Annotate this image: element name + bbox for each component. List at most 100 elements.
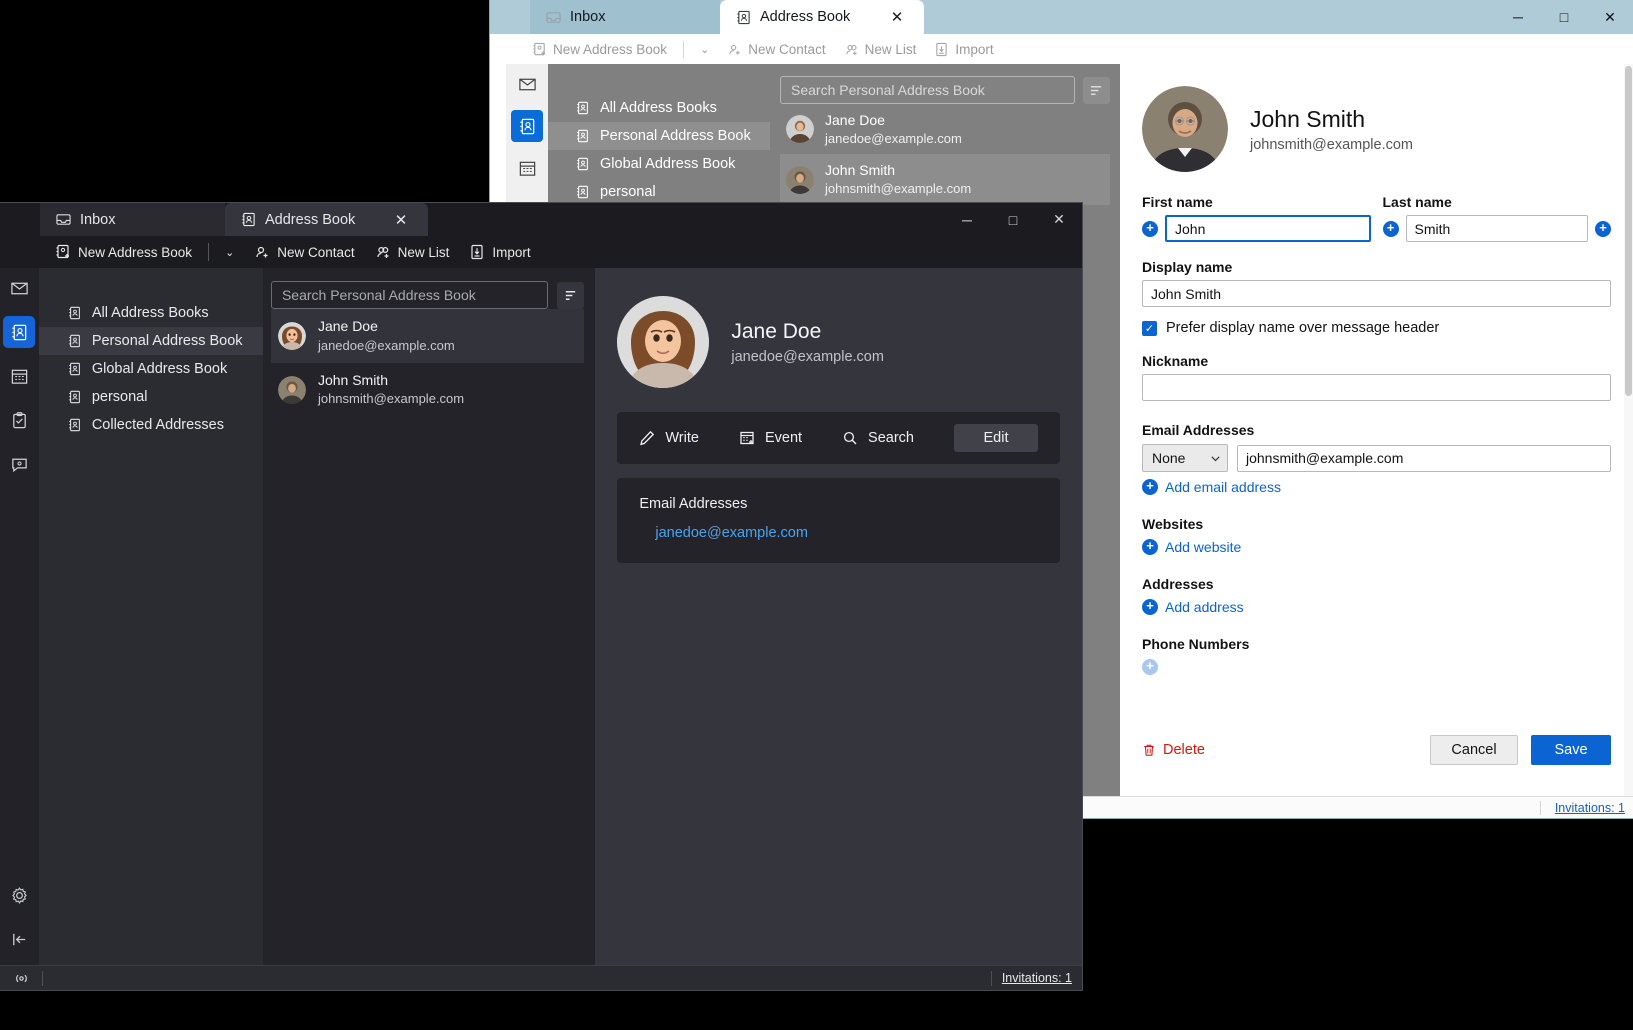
rail-calendar-icon[interactable] [511,152,543,184]
rail-collapse-icon[interactable] [3,923,35,955]
email-type-value: None [1152,450,1185,466]
back-tab-address-book[interactable]: Address Book ✕ [720,0,924,34]
add-email-address-link[interactable]: + Add email address [1142,479,1611,495]
email-type-select[interactable]: None [1142,444,1228,472]
nickname-input[interactable] [1142,374,1611,401]
add-address-link[interactable]: + Add address [1142,599,1611,615]
rail-address-book-icon[interactable] [3,316,35,348]
minimize-icon[interactable]: ─ [1495,0,1541,34]
add-first-name-button[interactable]: + [1142,221,1158,237]
back-toolbar: New Address Book ⌄ New Contact New List [506,34,1633,64]
scrollbar-thumb[interactable] [1625,66,1632,396]
email-addresses-label: Email Addresses [1142,422,1611,438]
front-sidebar-item-personal-address-book[interactable]: Personal Address Book [39,327,263,355]
rail-settings-gear-icon[interactable] [3,879,35,911]
front-new-contact-button[interactable]: New Contact [245,240,363,264]
back-sidebar-item-personal-address-book[interactable]: Personal Address Book [548,122,770,150]
calendar-add-icon [739,430,755,446]
delete-contact-button[interactable]: Delete [1142,742,1205,758]
back-sidebar-item-personal[interactable]: personal [548,178,770,206]
event-button[interactable]: Event [739,430,802,446]
add-last-name-button[interactable]: + [1383,221,1399,237]
chevron-down-icon[interactable]: ⌄ [216,242,243,263]
back-import-button[interactable]: Import [926,39,1001,60]
back-sidebar-item-all-address-books[interactable]: All Address Books [548,94,770,122]
front-email-card-link[interactable]: janedoe@example.com [639,525,1038,541]
edit-form-header: John Smith johnsmith@example.com [1142,86,1611,172]
sidebar-label: All Address Books [92,305,209,321]
front-sidebar-item-collected-addresses[interactable]: Collected Addresses [39,411,263,439]
front-search-input[interactable]: Search Personal Address Book [271,281,548,309]
close-icon[interactable]: ✕ [390,209,412,231]
display-name-input[interactable]: John Smith [1142,280,1611,307]
address-book-icon [68,390,82,404]
back-invitations-link[interactable]: Invitations: 1 [1555,801,1633,815]
back-vertical-scrollbar[interactable] [1624,64,1633,796]
back-new-list-button[interactable]: New List [836,39,925,60]
back-new-address-book-button[interactable]: New Address Book [524,39,675,60]
back-sort-list-button[interactable] [1083,77,1110,104]
front-list-item[interactable]: Jane Doe janedoe@example.com [271,309,584,363]
prefer-display-name-checkbox[interactable]: ✓ [1142,321,1157,336]
front-sidebar-item-personal[interactable]: personal [39,383,263,411]
add-phone-number-link[interactable]: + [1142,659,1611,675]
front-tab-inbox[interactable]: Inbox [40,203,225,236]
close-window-icon[interactable]: ✕ [1036,203,1082,236]
cancel-button[interactable]: Cancel [1430,735,1518,765]
front-new-list-button[interactable]: New List [366,240,459,264]
front-new-address-book-button[interactable]: New Address Book [46,240,201,264]
rail-calendar-icon[interactable] [3,360,35,392]
write-label: Write [665,430,699,446]
minimize-icon[interactable]: ─ [944,203,990,236]
maximize-icon[interactable]: □ [990,203,1036,236]
front-sidebar-item-all-address-books[interactable]: All Address Books [39,299,263,327]
back-list-item[interactable]: John Smith johnsmith@example.com [780,154,1110,204]
back-search-input[interactable]: Search Personal Address Book [780,76,1075,104]
plus-icon: + [1142,539,1158,555]
last-name-input[interactable]: Smith [1406,215,1589,242]
rail-tasks-icon[interactable] [3,404,35,436]
front-list-item-name: Jane Doe [318,317,455,337]
close-window-icon[interactable]: ✕ [1587,0,1633,34]
search-button[interactable]: Search [842,430,914,446]
first-name-input[interactable]: John [1165,215,1371,242]
inbox-icon [56,212,71,227]
email-address-input[interactable]: johnsmith@example.com [1237,445,1611,472]
chevron-down-icon[interactable]: ⌄ [692,40,717,59]
front-import-button[interactable]: Import [460,240,539,264]
add-website-link[interactable]: + Add website [1142,539,1611,555]
address-book-add-icon [55,244,71,260]
write-button[interactable]: Write [639,430,699,446]
front-sidebar: All Address Books Personal Address Book … [39,268,263,965]
front-invitations-link[interactable]: Invitations: 1 [992,971,1082,985]
rail-mail-icon[interactable] [3,272,35,304]
rail-chat-icon[interactable] [3,448,35,480]
back-tab-inbox[interactable]: Inbox [530,0,720,34]
maximize-icon[interactable]: □ [1541,0,1587,34]
toolbar-separator [208,243,209,261]
back-sidebar-item-global-address-book[interactable]: Global Address Book [548,150,770,178]
close-icon[interactable]: ✕ [886,6,908,28]
add-address-label: Add address [1165,599,1244,615]
add-name-field-button[interactable]: + [1595,221,1611,237]
address-book-add-icon [532,42,547,57]
front-sort-list-button[interactable] [557,282,584,309]
edit-contact-button[interactable]: Edit [954,424,1038,452]
delete-label: Delete [1163,742,1205,758]
chevron-down-icon [1210,453,1221,464]
addresses-label: Addresses [1142,576,1611,592]
front-tab-address-book[interactable]: Address Book ✕ [225,203,428,236]
rail-mail-icon[interactable] [511,68,543,100]
front-list-item-email: johnsmith@example.com [318,390,464,408]
nickname-label: Nickname [1142,353,1611,369]
back-list-item[interactable]: Jane Doe janedoe@example.com [780,104,1110,154]
save-button[interactable]: Save [1531,735,1611,765]
prefer-display-name-row[interactable]: ✓ Prefer display name over message heade… [1142,320,1611,336]
front-list-item[interactable]: John Smith johnsmith@example.com [271,363,584,417]
phone-numbers-label: Phone Numbers [1142,636,1611,652]
front-sidebar-item-global-address-book[interactable]: Global Address Book [39,355,263,383]
back-new-contact-button[interactable]: New Contact [719,39,833,60]
back-tab-inbox-label: Inbox [570,9,605,25]
event-label: Event [765,430,802,446]
rail-address-book-icon[interactable] [511,110,543,142]
